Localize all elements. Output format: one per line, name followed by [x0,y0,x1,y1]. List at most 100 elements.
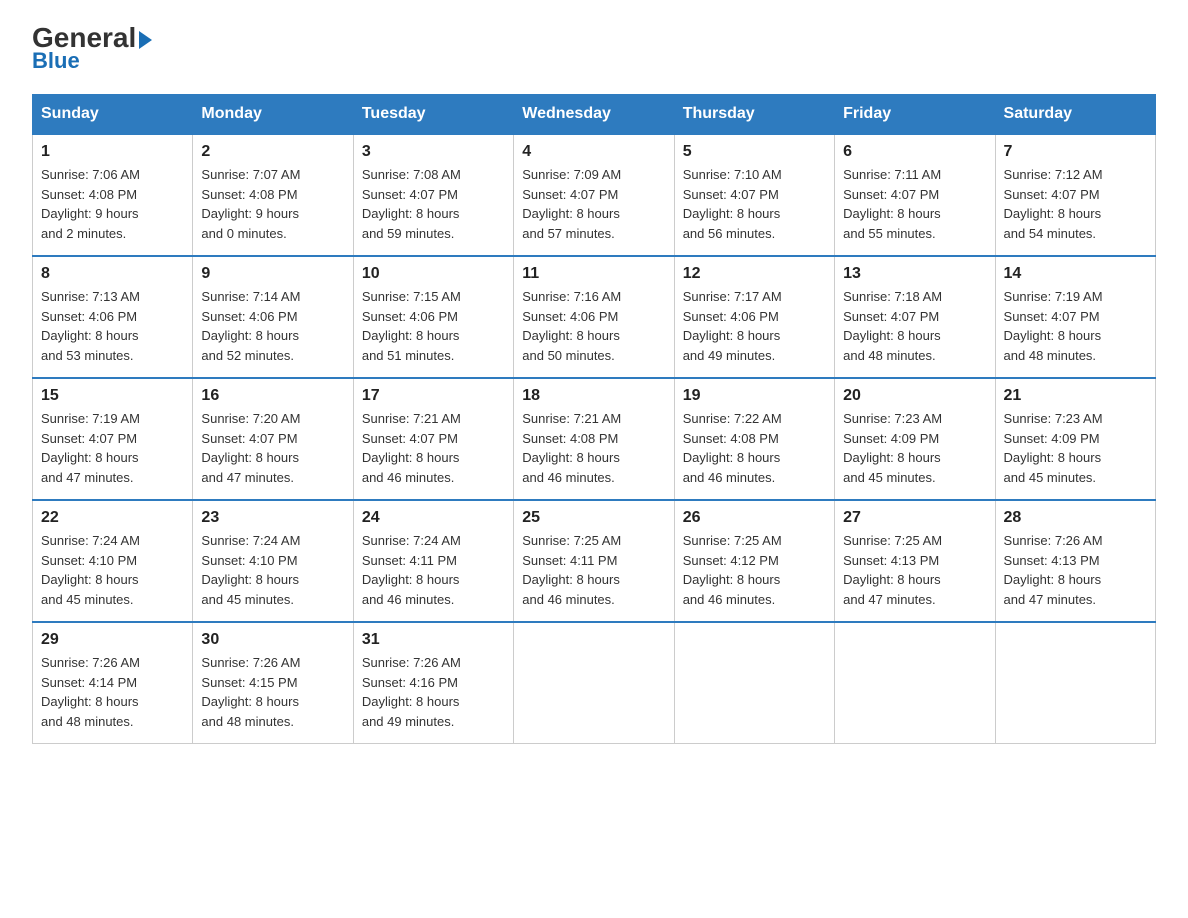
day-number: 26 [683,509,826,527]
empty-cell [995,622,1155,744]
day-number: 2 [201,143,344,161]
day-info: Sunrise: 7:25 AMSunset: 4:13 PMDaylight:… [843,533,942,607]
day-info: Sunrise: 7:26 AMSunset: 4:14 PMDaylight:… [41,655,140,729]
day-number: 7 [1004,143,1147,161]
day-cell-26: 26 Sunrise: 7:25 AMSunset: 4:12 PMDaylig… [674,500,834,622]
header-monday: Monday [193,95,353,135]
day-info: Sunrise: 7:24 AMSunset: 4:10 PMDaylight:… [41,533,140,607]
day-cell-15: 15 Sunrise: 7:19 AMSunset: 4:07 PMDaylig… [33,378,193,500]
day-cell-1: 1 Sunrise: 7:06 AMSunset: 4:08 PMDayligh… [33,134,193,256]
day-number: 28 [1004,509,1147,527]
header-friday: Friday [835,95,995,135]
day-number: 4 [522,143,665,161]
day-cell-14: 14 Sunrise: 7:19 AMSunset: 4:07 PMDaylig… [995,256,1155,378]
day-cell-29: 29 Sunrise: 7:26 AMSunset: 4:14 PMDaylig… [33,622,193,744]
day-number: 16 [201,387,344,405]
day-info: Sunrise: 7:13 AMSunset: 4:06 PMDaylight:… [41,289,140,363]
day-cell-13: 13 Sunrise: 7:18 AMSunset: 4:07 PMDaylig… [835,256,995,378]
day-number: 1 [41,143,184,161]
day-info: Sunrise: 7:12 AMSunset: 4:07 PMDaylight:… [1004,167,1103,241]
day-cell-18: 18 Sunrise: 7:21 AMSunset: 4:08 PMDaylig… [514,378,674,500]
day-info: Sunrise: 7:10 AMSunset: 4:07 PMDaylight:… [683,167,782,241]
day-cell-24: 24 Sunrise: 7:24 AMSunset: 4:11 PMDaylig… [353,500,513,622]
day-cell-6: 6 Sunrise: 7:11 AMSunset: 4:07 PMDayligh… [835,134,995,256]
week-row-4: 22 Sunrise: 7:24 AMSunset: 4:10 PMDaylig… [33,500,1156,622]
day-info: Sunrise: 7:22 AMSunset: 4:08 PMDaylight:… [683,411,782,485]
day-number: 25 [522,509,665,527]
day-cell-9: 9 Sunrise: 7:14 AMSunset: 4:06 PMDayligh… [193,256,353,378]
day-info: Sunrise: 7:09 AMSunset: 4:07 PMDaylight:… [522,167,621,241]
week-row-3: 15 Sunrise: 7:19 AMSunset: 4:07 PMDaylig… [33,378,1156,500]
day-info: Sunrise: 7:16 AMSunset: 4:06 PMDaylight:… [522,289,621,363]
day-info: Sunrise: 7:25 AMSunset: 4:12 PMDaylight:… [683,533,782,607]
page-header: General Blue [32,24,1156,74]
day-info: Sunrise: 7:25 AMSunset: 4:11 PMDaylight:… [522,533,621,607]
day-cell-22: 22 Sunrise: 7:24 AMSunset: 4:10 PMDaylig… [33,500,193,622]
day-number: 22 [41,509,184,527]
day-number: 8 [41,265,184,283]
day-number: 29 [41,631,184,649]
day-number: 14 [1004,265,1147,283]
day-cell-23: 23 Sunrise: 7:24 AMSunset: 4:10 PMDaylig… [193,500,353,622]
calendar-table: SundayMondayTuesdayWednesdayThursdayFrid… [32,94,1156,744]
day-info: Sunrise: 7:26 AMSunset: 4:16 PMDaylight:… [362,655,461,729]
day-cell-2: 2 Sunrise: 7:07 AMSunset: 4:08 PMDayligh… [193,134,353,256]
day-number: 20 [843,387,986,405]
week-row-5: 29 Sunrise: 7:26 AMSunset: 4:14 PMDaylig… [33,622,1156,744]
day-number: 27 [843,509,986,527]
day-info: Sunrise: 7:21 AMSunset: 4:07 PMDaylight:… [362,411,461,485]
day-number: 9 [201,265,344,283]
day-cell-12: 12 Sunrise: 7:17 AMSunset: 4:06 PMDaylig… [674,256,834,378]
day-number: 30 [201,631,344,649]
logo-line2: Blue [32,48,80,74]
header-tuesday: Tuesday [353,95,513,135]
day-info: Sunrise: 7:23 AMSunset: 4:09 PMDaylight:… [843,411,942,485]
header-wednesday: Wednesday [514,95,674,135]
day-info: Sunrise: 7:21 AMSunset: 4:08 PMDaylight:… [522,411,621,485]
header-sunday: Sunday [33,95,193,135]
day-number: 5 [683,143,826,161]
day-number: 15 [41,387,184,405]
day-number: 21 [1004,387,1147,405]
day-number: 17 [362,387,505,405]
day-number: 19 [683,387,826,405]
day-info: Sunrise: 7:14 AMSunset: 4:06 PMDaylight:… [201,289,300,363]
day-cell-7: 7 Sunrise: 7:12 AMSunset: 4:07 PMDayligh… [995,134,1155,256]
day-number: 6 [843,143,986,161]
day-cell-31: 31 Sunrise: 7:26 AMSunset: 4:16 PMDaylig… [353,622,513,744]
day-cell-16: 16 Sunrise: 7:20 AMSunset: 4:07 PMDaylig… [193,378,353,500]
day-info: Sunrise: 7:06 AMSunset: 4:08 PMDaylight:… [41,167,140,241]
day-number: 12 [683,265,826,283]
day-info: Sunrise: 7:20 AMSunset: 4:07 PMDaylight:… [201,411,300,485]
day-number: 11 [522,265,665,283]
day-info: Sunrise: 7:08 AMSunset: 4:07 PMDaylight:… [362,167,461,241]
day-info: Sunrise: 7:24 AMSunset: 4:10 PMDaylight:… [201,533,300,607]
logo: General Blue [32,24,152,74]
empty-cell [835,622,995,744]
day-cell-17: 17 Sunrise: 7:21 AMSunset: 4:07 PMDaylig… [353,378,513,500]
day-cell-19: 19 Sunrise: 7:22 AMSunset: 4:08 PMDaylig… [674,378,834,500]
day-info: Sunrise: 7:24 AMSunset: 4:11 PMDaylight:… [362,533,461,607]
day-info: Sunrise: 7:26 AMSunset: 4:15 PMDaylight:… [201,655,300,729]
header-saturday: Saturday [995,95,1155,135]
day-number: 23 [201,509,344,527]
header-thursday: Thursday [674,95,834,135]
day-info: Sunrise: 7:26 AMSunset: 4:13 PMDaylight:… [1004,533,1103,607]
empty-cell [674,622,834,744]
day-cell-5: 5 Sunrise: 7:10 AMSunset: 4:07 PMDayligh… [674,134,834,256]
day-cell-20: 20 Sunrise: 7:23 AMSunset: 4:09 PMDaylig… [835,378,995,500]
day-cell-21: 21 Sunrise: 7:23 AMSunset: 4:09 PMDaylig… [995,378,1155,500]
day-info: Sunrise: 7:17 AMSunset: 4:06 PMDaylight:… [683,289,782,363]
day-info: Sunrise: 7:15 AMSunset: 4:06 PMDaylight:… [362,289,461,363]
week-row-2: 8 Sunrise: 7:13 AMSunset: 4:06 PMDayligh… [33,256,1156,378]
day-number: 13 [843,265,986,283]
day-cell-28: 28 Sunrise: 7:26 AMSunset: 4:13 PMDaylig… [995,500,1155,622]
day-info: Sunrise: 7:19 AMSunset: 4:07 PMDaylight:… [41,411,140,485]
week-row-1: 1 Sunrise: 7:06 AMSunset: 4:08 PMDayligh… [33,134,1156,256]
day-number: 24 [362,509,505,527]
day-cell-25: 25 Sunrise: 7:25 AMSunset: 4:11 PMDaylig… [514,500,674,622]
day-info: Sunrise: 7:07 AMSunset: 4:08 PMDaylight:… [201,167,300,241]
day-info: Sunrise: 7:11 AMSunset: 4:07 PMDaylight:… [843,167,941,241]
day-info: Sunrise: 7:19 AMSunset: 4:07 PMDaylight:… [1004,289,1103,363]
day-number: 10 [362,265,505,283]
